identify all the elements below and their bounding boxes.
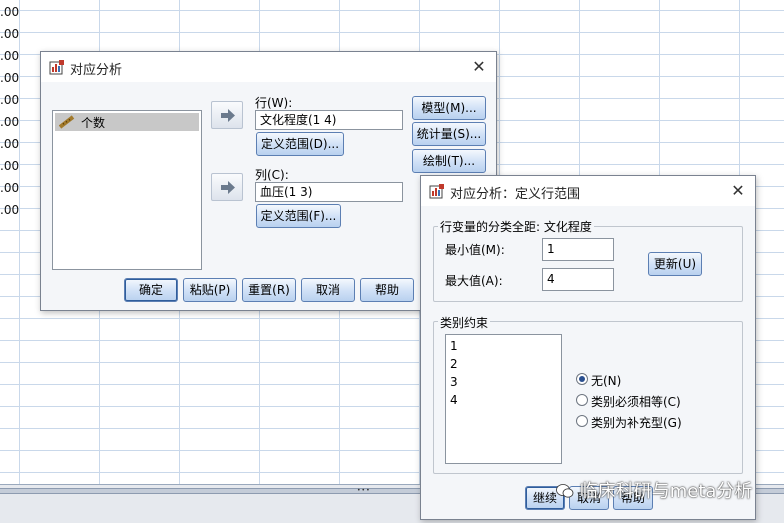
- splitter-grip-icon[interactable]: •••: [357, 488, 370, 494]
- update-button[interactable]: 更新(U): [648, 252, 702, 276]
- help-button[interactable]: 帮助: [360, 278, 414, 302]
- cell-value[interactable]: .00: [0, 23, 19, 45]
- min-value-field[interactable]: 1: [542, 238, 614, 261]
- list-item[interactable]: 3: [450, 375, 458, 389]
- right-arrow-icon: [221, 109, 235, 122]
- list-item[interactable]: 1: [450, 339, 458, 353]
- cell-value[interactable]: .00: [0, 155, 19, 177]
- max-value-field[interactable]: 4: [542, 268, 614, 291]
- dialog-title: 对应分析: [70, 63, 123, 78]
- spss-app-icon: [429, 184, 444, 199]
- reset-button[interactable]: 重置(R): [242, 278, 296, 302]
- option-none-radio[interactable]: [576, 373, 588, 385]
- cell-value[interactable]: .00: [0, 67, 19, 89]
- move-to-row-button[interactable]: [211, 101, 243, 129]
- category-list[interactable]: 1 2 3 4: [445, 334, 562, 464]
- dialog-title: 对应分析：定义行范围: [450, 187, 581, 202]
- option-equal-radio[interactable]: [576, 394, 588, 406]
- cell-value[interactable]: .00: [0, 133, 19, 155]
- option-supplementary-label[interactable]: 类别为补充型(G): [591, 414, 682, 431]
- list-item[interactable]: 2: [450, 357, 458, 371]
- cell-value[interactable]: .00: [0, 1, 19, 23]
- list-item-label: 个数: [81, 116, 106, 130]
- range-group-label: 行变量的分类全距: 文化程度: [438, 218, 594, 235]
- list-item[interactable]: 4: [450, 393, 458, 407]
- spss-app-icon: [49, 60, 64, 75]
- source-variable-list[interactable]: 个数: [52, 110, 202, 270]
- cell-value[interactable]: .00: [0, 45, 19, 67]
- row-label: 行(W):: [255, 96, 293, 110]
- close-icon[interactable]: ✕: [727, 180, 749, 202]
- cell-value[interactable]: .00: [0, 177, 19, 199]
- max-label: 最大值(A):: [445, 274, 503, 288]
- column-variable-field[interactable]: 血压(1 3): [255, 182, 403, 202]
- option-supplementary-radio[interactable]: [576, 415, 588, 427]
- plots-button[interactable]: 绘制(T)...: [412, 149, 486, 173]
- row-variable-field[interactable]: 文化程度(1 4): [255, 110, 403, 130]
- watermark: 临床科研与meta分析: [556, 477, 752, 503]
- list-item-selected[interactable]: 个数: [55, 113, 199, 131]
- cell-value[interactable]: .00: [0, 199, 19, 221]
- wechat-logo-icon: [556, 484, 574, 498]
- move-to-column-button[interactable]: [211, 173, 243, 201]
- watermark-text: 临床科研与meta分析: [579, 481, 753, 502]
- column-define-range-button[interactable]: 定义范围(F)...: [256, 204, 341, 228]
- model-button[interactable]: 模型(M)...: [412, 96, 486, 120]
- define-row-range-dialog: 对应分析：定义行范围 ✕ 行变量的分类全距: 文化程度 最小值(M): 1 最大…: [420, 175, 756, 520]
- paste-button[interactable]: 粘贴(P): [183, 278, 237, 302]
- row-define-range-button[interactable]: 定义范围(D)...: [256, 132, 344, 156]
- dialog-titlebar[interactable]: 对应分析：定义行范围 ✕: [421, 176, 755, 206]
- cancel-button[interactable]: 取消: [301, 278, 355, 302]
- option-none-label[interactable]: 无(N): [591, 372, 621, 389]
- ruler-icon: [59, 115, 75, 129]
- cell-value[interactable]: .00: [0, 111, 19, 133]
- ok-button[interactable]: 确定: [124, 278, 178, 302]
- close-icon[interactable]: ✕: [468, 56, 490, 78]
- min-label: 最小值(M):: [445, 243, 505, 257]
- category-constraint-label: 类别约束: [438, 314, 491, 331]
- dialog-titlebar[interactable]: 对应分析 ✕: [41, 52, 496, 82]
- statistics-button[interactable]: 统计量(S)...: [412, 122, 486, 146]
- cell-value[interactable]: .00: [0, 89, 19, 111]
- option-equal-label[interactable]: 类别必须相等(C): [591, 393, 681, 410]
- right-arrow-icon: [221, 181, 235, 194]
- column-label: 列(C):: [255, 168, 289, 182]
